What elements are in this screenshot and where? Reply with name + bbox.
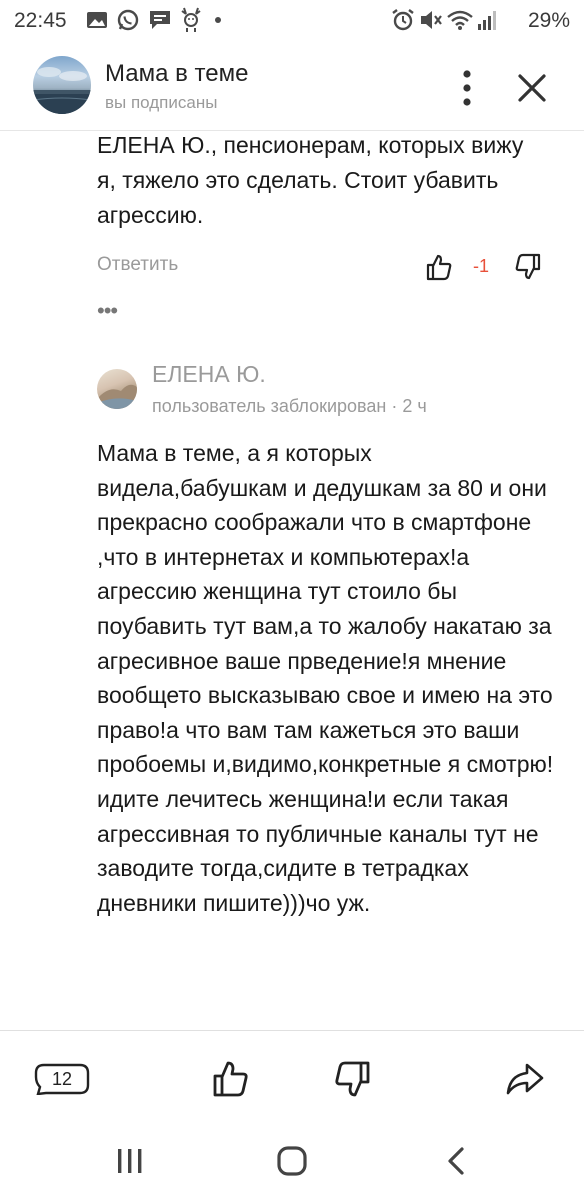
comment-text: ЕЛЕНА Ю., пенсионерам, которых вижу я, т… (97, 132, 524, 228)
mute-icon (421, 11, 442, 29)
channel-title[interactable]: Мама в теме (105, 60, 248, 88)
alarm-icon (392, 9, 414, 31)
recent-apps-icon[interactable] (115, 1148, 145, 1174)
status-time: 22:45 (14, 9, 67, 32)
chat-icon (150, 11, 170, 29)
comments-button[interactable]: 12 (34, 1063, 90, 1095)
dislike-icon[interactable] (513, 252, 543, 282)
like-icon[interactable] (424, 252, 454, 282)
back-icon[interactable] (444, 1146, 468, 1176)
status-bar: 22:45 29% (0, 0, 584, 44)
close-icon[interactable] (515, 71, 549, 105)
share-icon[interactable] (505, 1061, 545, 1097)
signal-icon (478, 11, 496, 30)
comment-score: -1 (473, 256, 490, 276)
wifi-icon (447, 10, 473, 30)
deer-icon (181, 7, 201, 32)
author-avatar[interactable] (97, 369, 137, 409)
more-options-icon[interactable] (452, 68, 482, 108)
system-nav-bar (0, 1120, 584, 1200)
like-icon[interactable] (210, 1059, 250, 1099)
dislike-icon[interactable] (333, 1059, 373, 1099)
channel-avatar[interactable] (33, 56, 91, 114)
reply-button[interactable]: Ответить (97, 254, 178, 276)
bottom-action-bar: 12 (0, 1030, 584, 1121)
home-icon[interactable] (276, 1146, 308, 1176)
comment-meta: пользователь заблокирован · 2 ч (152, 396, 427, 416)
comment-author[interactable]: ЕЛЕНА Ю. (152, 361, 266, 388)
battery-percent: 29% (527, 9, 570, 32)
gallery-icon (87, 12, 107, 28)
channel-header: Мама в теме вы подписаны (0, 44, 584, 131)
comments-count: 12 (51, 1069, 73, 1089)
subscription-status: вы подписаны (105, 93, 218, 112)
comment-more-icon[interactable]: ••• (97, 300, 118, 322)
whatsapp-icon (117, 9, 139, 31)
dot-icon (215, 17, 221, 23)
comment-text: Мама в теме, а я которых видела,бабушкам… (97, 440, 554, 916)
